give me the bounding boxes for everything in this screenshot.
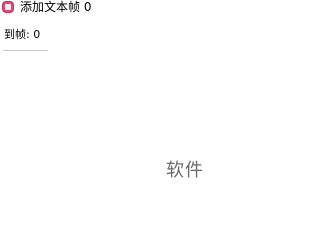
add-text-frame-label: 添加文本帧 0 [20,0,92,14]
goto-frame-label: 到帧: 0 [4,28,41,41]
add-text-frame-menu-item[interactable]: 添加文本帧 0 [0,0,91,14]
watermark-text: 软件 [166,160,204,181]
divider [3,50,48,51]
add-frame-icon [2,1,14,13]
